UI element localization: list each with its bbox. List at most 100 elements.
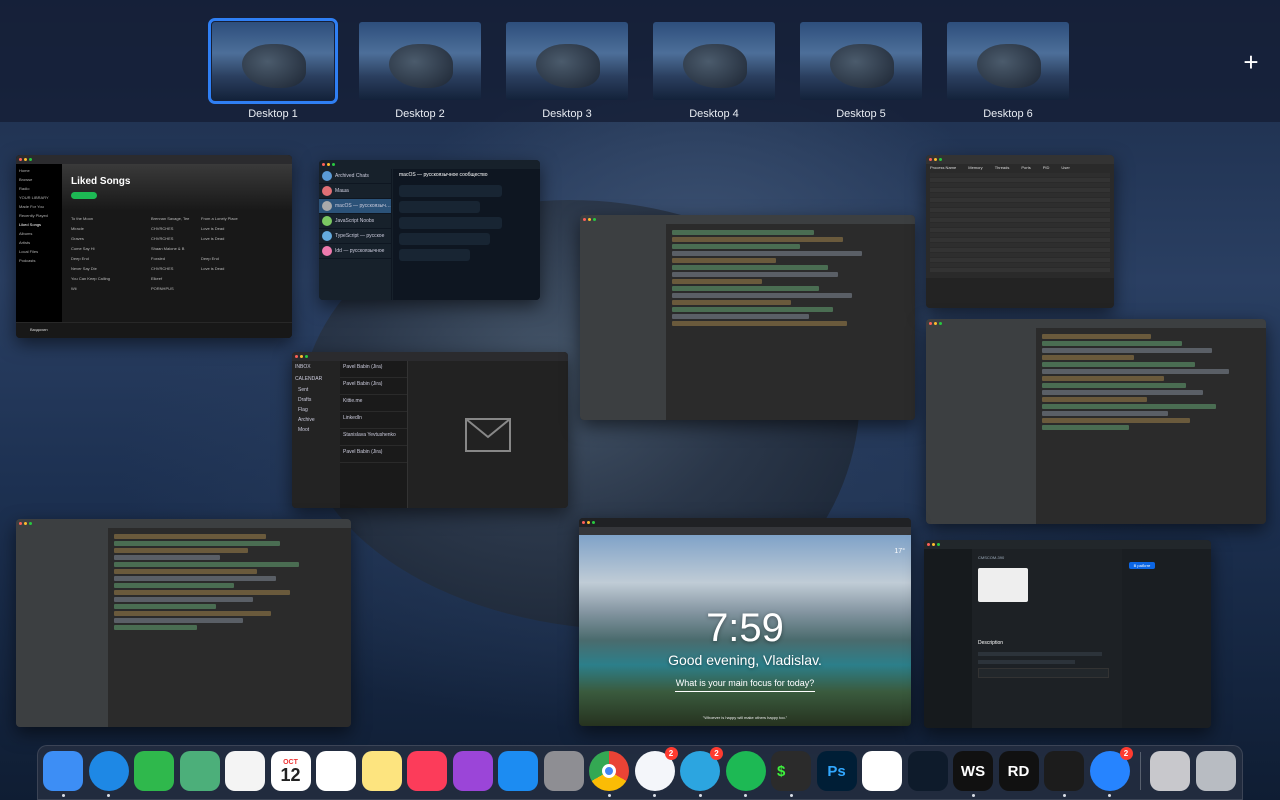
jira-window[interactable]: CMSCOM-390 Description В работе bbox=[924, 540, 1211, 728]
sidebar-item[interactable]: Local Files bbox=[19, 249, 59, 258]
attachment-thumbnail[interactable] bbox=[978, 568, 1028, 602]
player-bar[interactable]: Ваздохин bbox=[16, 322, 292, 338]
chat-item[interactable]: macOS — русскоязыч… bbox=[319, 199, 391, 214]
photos-icon[interactable] bbox=[225, 751, 265, 791]
chrome-window[interactable]: 17° 7:59 Good evening, Vladislav. What i… bbox=[579, 518, 911, 726]
terminal-icon[interactable]: $ bbox=[771, 751, 811, 791]
sidebar-item[interactable]: Home bbox=[19, 168, 59, 177]
activity-icon[interactable] bbox=[1044, 751, 1084, 791]
notes-icon[interactable] bbox=[361, 751, 402, 791]
desktop-1-thumbnail[interactable]: Desktop 1 bbox=[208, 18, 338, 120]
sidebar-item[interactable]: Podcasts bbox=[19, 258, 59, 267]
desktop-4-thumbnail[interactable]: Desktop 4 bbox=[653, 22, 775, 120]
track-row[interactable]: To the Moon Brennan Savage, Tee From a Lon… bbox=[62, 213, 292, 223]
track-row[interactable]: Never Say Die CHVRCHES Love is Dead bbox=[62, 263, 292, 273]
message-item[interactable]: Pavel Babin (Jira) bbox=[340, 361, 407, 378]
tab-strip[interactable] bbox=[579, 518, 911, 527]
jira-icon[interactable]: 2 bbox=[1089, 747, 1133, 791]
desktop-3-thumbnail[interactable]: Desktop 3 bbox=[506, 22, 628, 120]
trash-icon[interactable] bbox=[1195, 751, 1236, 791]
sidebar-item[interactable]: Made For You bbox=[19, 204, 59, 213]
message-item[interactable]: Stanislava Yevtushenko bbox=[340, 429, 407, 446]
chat-pane: macOS — русскоязычное сообщество bbox=[393, 169, 540, 300]
sidebar-item[interactable]: Artists bbox=[19, 240, 59, 249]
weather-temperature: 17° bbox=[894, 548, 905, 555]
webstorm-icon[interactable]: WS bbox=[953, 751, 993, 791]
podcasts-icon[interactable] bbox=[452, 751, 493, 791]
appstore-icon[interactable] bbox=[498, 751, 538, 791]
process-table[interactable] bbox=[926, 172, 1114, 278]
track-row[interactable]: You Can Keep Calling Elkeef bbox=[62, 273, 292, 283]
maps-icon[interactable] bbox=[179, 751, 220, 791]
message-item[interactable]: LinkedIn bbox=[340, 412, 407, 429]
drive-icon[interactable] bbox=[1150, 751, 1190, 791]
focus-input[interactable] bbox=[675, 691, 815, 692]
avatar bbox=[322, 171, 332, 181]
telegram-window[interactable]: Archived Chats Маша macOS — русскоязыч… … bbox=[319, 160, 540, 300]
mail-window[interactable]: INBOX CALENDAR Sent Drafts Flag Archive … bbox=[292, 352, 568, 508]
chat-item[interactable]: Idd — русскоязычное bbox=[319, 244, 391, 259]
desktop-6-thumbnail[interactable]: Desktop 6 bbox=[947, 22, 1069, 120]
activity-monitor-window[interactable]: Process Name Memory Threads Ports PID User bbox=[926, 155, 1114, 308]
folder-item[interactable]: Moot bbox=[292, 425, 340, 435]
desktop-preview bbox=[208, 18, 338, 104]
chat-item[interactable]: JavaScript Noobs bbox=[319, 214, 391, 229]
message-item[interactable]: Pavel Babin (Jira) bbox=[340, 446, 407, 463]
code-editor[interactable] bbox=[1036, 328, 1266, 524]
track-row[interactable]: Wii PORNHPUS bbox=[62, 283, 292, 293]
chrome-icon[interactable] bbox=[589, 751, 629, 791]
chat-item[interactable]: TypeScript — русское bbox=[319, 229, 391, 244]
chat-item[interactable]: Archived Chats bbox=[319, 169, 391, 184]
issue-key[interactable]: CMSCOM-390 bbox=[978, 555, 1116, 560]
running-indicator bbox=[1108, 794, 1111, 797]
folder-item[interactable]: Drafts bbox=[292, 395, 340, 405]
chat-item[interactable]: Маша bbox=[319, 184, 391, 199]
folder-item[interactable]: Flag bbox=[292, 405, 340, 415]
reminders-icon[interactable] bbox=[316, 751, 356, 791]
settings-icon[interactable] bbox=[543, 751, 584, 791]
sidebar-item[interactable]: Recently Played bbox=[19, 213, 59, 222]
webstorm-window[interactable] bbox=[580, 215, 915, 420]
code-editor[interactable] bbox=[108, 528, 351, 727]
track-row[interactable]: Come Say Hi Shaan Malone & B bbox=[62, 243, 292, 253]
message-item[interactable]: Kittie.me bbox=[340, 395, 407, 412]
calendar-icon[interactable]: OCT 12 bbox=[270, 751, 311, 791]
desktop-label: Desktop 6 bbox=[983, 108, 1033, 120]
play-button[interactable] bbox=[71, 192, 97, 199]
add-desktop-button[interactable]: + bbox=[1238, 49, 1264, 76]
photoshop-icon[interactable]: Ps bbox=[816, 751, 857, 791]
sidebar-item[interactable]: Browse bbox=[19, 177, 59, 186]
mailbox-item[interactable]: INBOX bbox=[292, 361, 340, 373]
numbers-icon[interactable] bbox=[862, 751, 902, 791]
track-row[interactable]: Deep End Foxsled Deep End bbox=[62, 253, 292, 263]
code-editor[interactable] bbox=[666, 224, 915, 420]
spotify-window[interactable]: Home Browse Radio YOUR LIBRARY Made For … bbox=[16, 155, 292, 338]
music-icon[interactable] bbox=[407, 751, 447, 791]
track-row[interactable]: Graves CHVRCHES Love is Dead bbox=[62, 233, 292, 243]
webstorm-window-3[interactable] bbox=[16, 519, 351, 727]
sidebar-item[interactable]: Radio bbox=[19, 186, 59, 195]
spark-icon[interactable]: 2 bbox=[634, 747, 678, 791]
safari-icon[interactable] bbox=[88, 751, 129, 791]
desktop-5-thumbnail[interactable]: Desktop 5 bbox=[800, 22, 922, 120]
facetime-icon[interactable] bbox=[134, 751, 174, 791]
webstorm-window-2[interactable] bbox=[926, 319, 1266, 524]
folder-item[interactable]: Sent bbox=[292, 385, 340, 395]
vscode-icon[interactable] bbox=[907, 751, 948, 791]
status-button[interactable]: В работе bbox=[1129, 562, 1155, 569]
message-bubble bbox=[399, 217, 502, 229]
desktop-2-thumbnail[interactable]: Desktop 2 bbox=[359, 22, 481, 120]
sidebar-item[interactable]: Albums bbox=[19, 231, 59, 240]
mailbox-item[interactable]: CALENDAR bbox=[292, 373, 340, 385]
spotify-icon[interactable] bbox=[725, 751, 766, 791]
address-bar[interactable] bbox=[579, 527, 911, 535]
rider-icon[interactable]: RD bbox=[998, 751, 1039, 791]
sidebar-item[interactable]: Liked Songs bbox=[19, 222, 59, 231]
finder-icon[interactable] bbox=[43, 751, 83, 791]
desktop-label: Desktop 5 bbox=[836, 108, 886, 120]
desktop-label: Desktop 3 bbox=[542, 108, 592, 120]
message-item[interactable]: Pavel Babin (Jira) bbox=[340, 378, 407, 395]
folder-item[interactable]: Archive bbox=[292, 415, 340, 425]
telegram-icon[interactable]: 2 bbox=[680, 747, 723, 791]
track-row[interactable]: Miracle CHVRCHES Love is Dead bbox=[62, 223, 292, 233]
